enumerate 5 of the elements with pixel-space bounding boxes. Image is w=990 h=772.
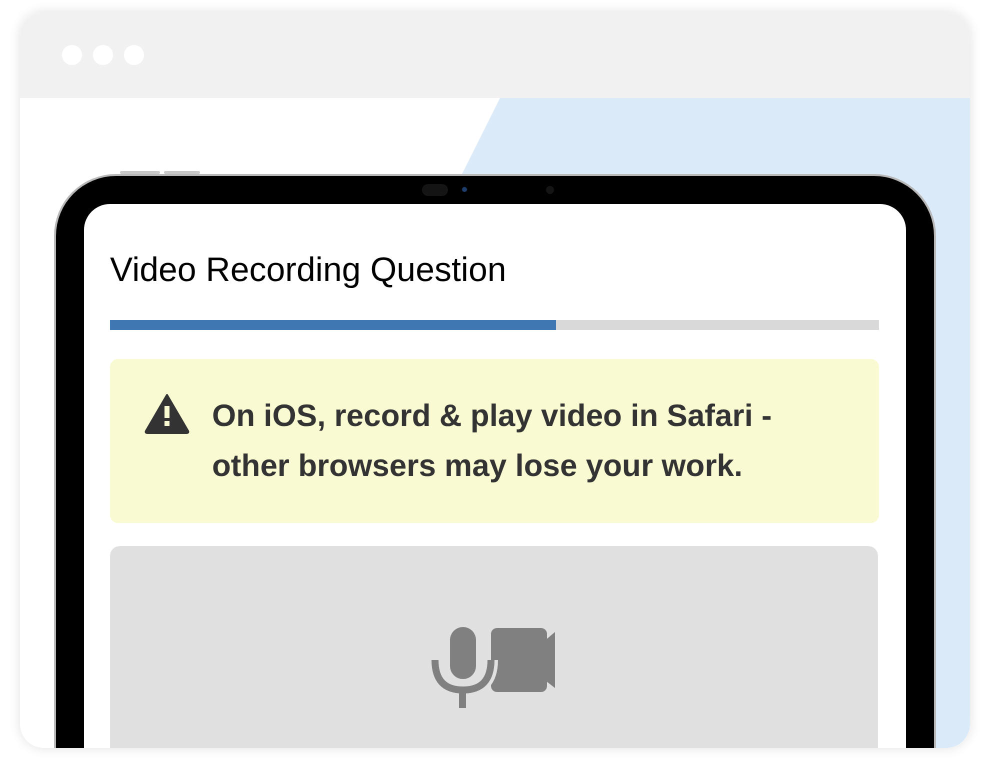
question-title: Video Recording Question: [110, 250, 508, 290]
warning-icon: [144, 393, 190, 435]
camera-lens: [462, 187, 467, 192]
microphone-camera-icon: [431, 624, 557, 708]
warning-message: On iOS, record & play video in Safari - other browsers may lose your work.: [212, 397, 773, 485]
